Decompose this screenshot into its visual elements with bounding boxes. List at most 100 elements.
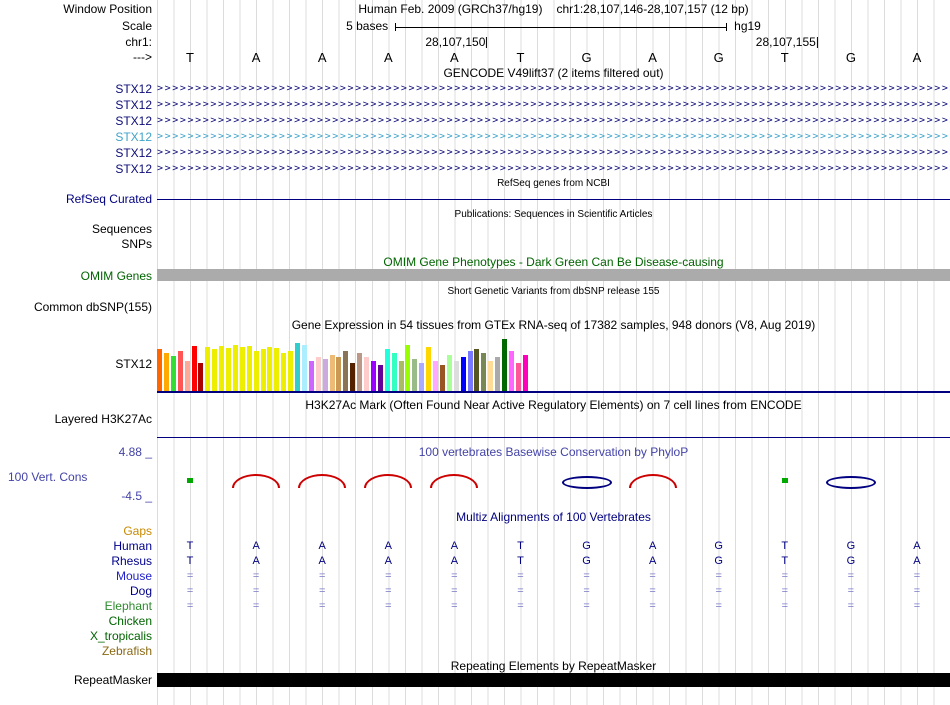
repeatmasker-row[interactable]: RepeatMasker <box>0 673 950 688</box>
gtex-gene-label[interactable]: STX12 <box>0 357 152 371</box>
species-label[interactable]: Human <box>0 539 152 554</box>
species-alignment-cells <box>157 614 950 629</box>
refseq-track-title[interactable]: RefSeq genes from NCBI <box>157 177 950 192</box>
repeatmasker-bar[interactable] <box>157 673 950 687</box>
gencode-transcript-row[interactable]: STX12 >>>>>>>>>>>>>>>>>>>>>>>>>>>>>>>>>>>… <box>0 145 950 161</box>
transcript-arrow-line[interactable]: >>>>>>>>>>>>>>>>>>>>>>>>>>>>>>>>>>>>>>>>… <box>157 145 950 161</box>
publications-track-title[interactable]: Publications: Sequences in Scientific Ar… <box>157 208 950 223</box>
alignment-cell: = <box>252 585 260 597</box>
scale-ruler <box>395 22 728 31</box>
multiz-track-title[interactable]: Multiz Alignments of 100 Vertebrates <box>157 510 950 525</box>
species-label[interactable]: Mouse <box>0 569 152 584</box>
gtex-expression-bar <box>502 339 507 391</box>
gencode-transcript-row[interactable]: STX12 >>>>>>>>>>>>>>>>>>>>>>>>>>>>>>>>>>>… <box>0 81 950 97</box>
gaps-row[interactable]: Gaps <box>0 524 950 539</box>
base-letter: T <box>186 50 195 65</box>
base-letter: T <box>780 50 789 65</box>
omim-gene-bar[interactable] <box>157 269 950 281</box>
sequences-row[interactable]: Sequences <box>0 222 950 237</box>
transcript-arrow-line[interactable]: >>>>>>>>>>>>>>>>>>>>>>>>>>>>>>>>>>>>>>>>… <box>157 97 950 113</box>
multiz-species-row[interactable]: X_tropicalis <box>0 629 950 644</box>
alignment-cell: = <box>847 600 855 612</box>
sequence-row: ---> T A A A A T G A G T G A <box>0 50 950 65</box>
refseq-curated-row[interactable]: RefSeq Curated <box>0 192 950 207</box>
omim-genes-label[interactable]: OMIM Genes <box>0 269 152 284</box>
gencode-transcript-row[interactable]: STX12 >>>>>>>>>>>>>>>>>>>>>>>>>>>>>>>>>>>… <box>0 97 950 113</box>
multiz-species-row[interactable]: Mouse = = = = = = = = = = = = <box>0 569 950 584</box>
species-label[interactable]: Rhesus <box>0 554 152 569</box>
gtex-expression-bar <box>467 351 473 391</box>
alignment-cell: A <box>450 555 459 567</box>
base-letter: A <box>251 50 261 65</box>
omim-bar-row[interactable]: OMIM Genes <box>0 269 950 284</box>
species-label[interactable]: X_tropicalis <box>0 629 152 644</box>
gencode-transcript-label[interactable]: STX12 <box>0 145 152 161</box>
snps-label[interactable]: SNPs <box>0 237 152 252</box>
transcript-arrow-line[interactable]: >>>>>>>>>>>>>>>>>>>>>>>>>>>>>>>>>>>>>>>>… <box>157 113 950 129</box>
gtex-expression-bar <box>260 349 266 391</box>
base-letter: A <box>912 50 922 65</box>
gencode-transcript-label[interactable]: STX12 <box>0 129 152 145</box>
sequences-label[interactable]: Sequences <box>0 222 152 237</box>
gencode-track-title[interactable]: GENCODE V49lift37 (2 items filtered out) <box>157 66 950 81</box>
h3k27ac-track-title[interactable]: H3K27Ac Mark (Often Found Near Active Re… <box>157 398 950 413</box>
dbsnp-label-row[interactable]: Common dbSNP(155) <box>0 300 950 315</box>
ucsc-genome-browser-tracks-image[interactable]: Window Position Human Feb. 2009 (GRCh37/… <box>0 0 950 705</box>
alignment-cell: = <box>913 600 921 612</box>
assembly-title: Human Feb. 2009 (GRCh37/hg19) <box>358 2 543 16</box>
alignment-cell: = <box>252 570 260 582</box>
omim-track-title[interactable]: OMIM Gene Phenotypes - Dark Green Can Be… <box>157 255 950 270</box>
snps-row[interactable]: SNPs <box>0 237 950 252</box>
multiz-species-row[interactable]: Dog = = = = = = = = = = = = <box>0 584 950 599</box>
alignment-cell: = <box>781 585 788 597</box>
species-alignment-cells: TAAAATGAGTGA <box>157 539 950 554</box>
gencode-transcript-row[interactable]: STX12 >>>>>>>>>>>>>>>>>>>>>>>>>>>>>>>>>>>… <box>0 161 950 177</box>
gtex-expression-bar <box>191 346 197 391</box>
alignment-cell: G <box>846 540 856 552</box>
gencode-transcript-label[interactable]: STX12 <box>0 113 152 129</box>
dbsnp-label[interactable]: Common dbSNP(155) <box>0 300 152 315</box>
conservation-label-row[interactable]: 100 Vert. Cons <box>0 470 950 485</box>
multiz-species-row[interactable]: Zebrafish <box>0 644 950 659</box>
gencode-transcript-label[interactable]: STX12 <box>0 81 152 97</box>
repeatmasker-track-title[interactable]: Repeating Elements by RepeatMasker <box>157 659 950 674</box>
species-alignment-cells <box>157 644 950 659</box>
species-label[interactable]: Zebrafish <box>0 644 152 659</box>
publications-subtitle-row: Publications: Sequences in Scientific Ar… <box>0 208 950 223</box>
gaps-label[interactable]: Gaps <box>0 524 152 539</box>
multiz-species-row[interactable]: Rhesus T A A A A T G A G T G A <box>0 554 950 569</box>
transcript-arrow-line[interactable]: >>>>>>>>>>>>>>>>>>>>>>>>>>>>>>>>>>>>>>>>… <box>157 81 950 97</box>
gtex-expression-bar <box>329 355 335 391</box>
alignment-cell: G <box>582 555 591 567</box>
gencode-transcript-row[interactable]: STX12 >>>>>>>>>>>>>>>>>>>>>>>>>>>>>>>>>>>… <box>0 113 950 129</box>
multiz-species-row[interactable]: Elephant = = = = = = = = = = = = <box>0 599 950 614</box>
gtex-expression-bar <box>205 347 211 391</box>
gtex-chart[interactable]: STX12 <box>0 333 950 391</box>
species-label[interactable]: Dog <box>0 584 152 599</box>
repeatmasker-label[interactable]: RepeatMasker <box>0 673 152 688</box>
h3k27ac-label[interactable]: Layered H3K27Ac <box>0 412 152 427</box>
conservation-label[interactable]: 100 Vert. Cons <box>8 470 87 485</box>
refseq-curated-label[interactable]: RefSeq Curated <box>0 192 152 207</box>
gencode-transcript-label[interactable]: STX12 <box>0 97 152 113</box>
multiz-species-rows: Human T A A A A T G A G T G A Rhesus T A A A A T G A G T G A Mouse… <box>0 539 950 659</box>
species-label[interactable]: Chicken <box>0 614 152 629</box>
multiz-species-row[interactable]: Human T A A A A T G A G T G A <box>0 539 950 554</box>
alignment-cell: = <box>451 570 458 582</box>
dbsnp-track-title[interactable]: Short Genetic Variants from dbSNP releas… <box>157 285 950 300</box>
gencode-transcript-label[interactable]: STX12 <box>0 161 152 177</box>
gtex-expression-bar <box>315 357 321 391</box>
multiz-species-row[interactable]: Chicken <box>0 614 950 629</box>
alignment-cell: = <box>451 585 458 597</box>
gencode-transcript-row[interactable]: STX12 >>>>>>>>>>>>>>>>>>>>>>>>>>>>>>>>>>>… <box>0 129 950 145</box>
species-alignment-cells <box>157 629 950 644</box>
h3k27ac-label-row[interactable]: Layered H3K27Ac <box>0 412 950 427</box>
coordinate-tick <box>486 37 488 48</box>
transcript-arrow-line[interactable]: >>>>>>>>>>>>>>>>>>>>>>>>>>>>>>>>>>>>>>>>… <box>157 161 950 177</box>
transcript-arrow-line[interactable]: >>>>>>>>>>>>>>>>>>>>>>>>>>>>>>>>>>>>>>>>… <box>157 129 950 145</box>
species-label[interactable]: Elephant <box>0 599 152 614</box>
refseq-curated-line[interactable] <box>157 199 950 200</box>
alignment-cell: = <box>186 585 194 597</box>
gtex-track-title[interactable]: Gene Expression in 54 tissues from GTEx … <box>157 318 950 333</box>
gtex-expression-bar <box>370 361 376 391</box>
